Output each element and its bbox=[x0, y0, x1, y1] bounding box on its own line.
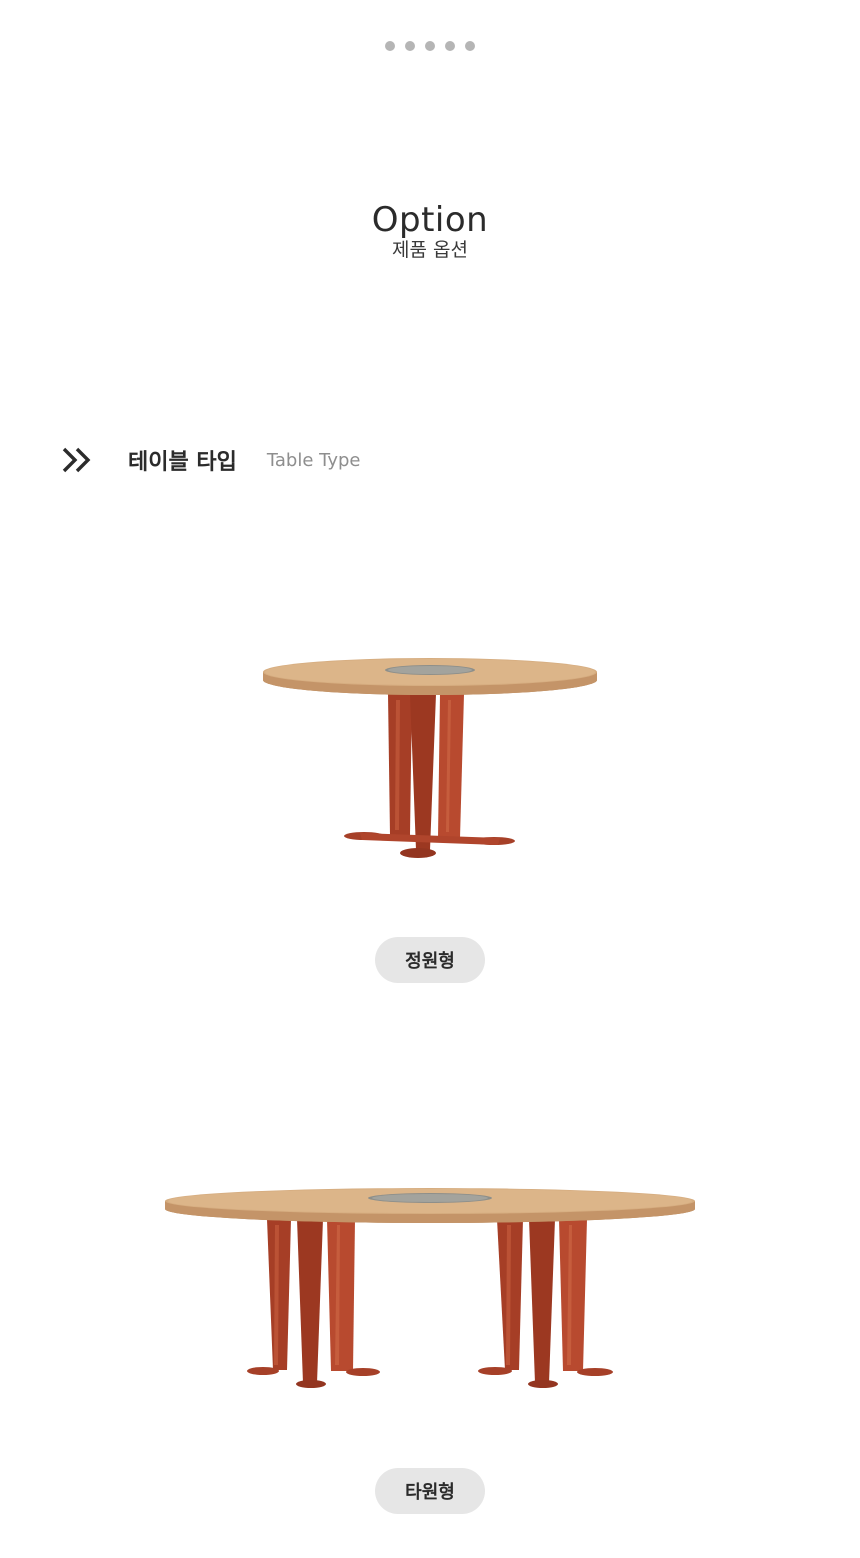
section-title-english: Table Type bbox=[266, 449, 361, 471]
round-table-image bbox=[0, 650, 860, 865]
option-label-round[interactable]: 정원형 bbox=[375, 937, 485, 983]
pagination-dot[interactable] bbox=[425, 41, 435, 51]
pagination-dot[interactable] bbox=[465, 41, 475, 51]
double-chevron-right-icon bbox=[62, 447, 91, 473]
page-subtitle: 제품 옵션 bbox=[392, 239, 468, 261]
page-heading: Option 제품 옵션 bbox=[0, 198, 860, 262]
pagination-dots[interactable] bbox=[0, 41, 860, 51]
section-title-korean: 테이블 타입 bbox=[128, 450, 237, 475]
option-label-oval[interactable]: 타원형 bbox=[375, 1468, 485, 1514]
page-title: Option bbox=[371, 200, 489, 240]
pagination-dot[interactable] bbox=[445, 41, 455, 51]
pagination-dot[interactable] bbox=[405, 41, 415, 51]
pagination-dot[interactable] bbox=[385, 41, 395, 51]
section-header: 테이블 타입 Table Type bbox=[60, 440, 361, 480]
oval-table-image bbox=[0, 1185, 860, 1390]
